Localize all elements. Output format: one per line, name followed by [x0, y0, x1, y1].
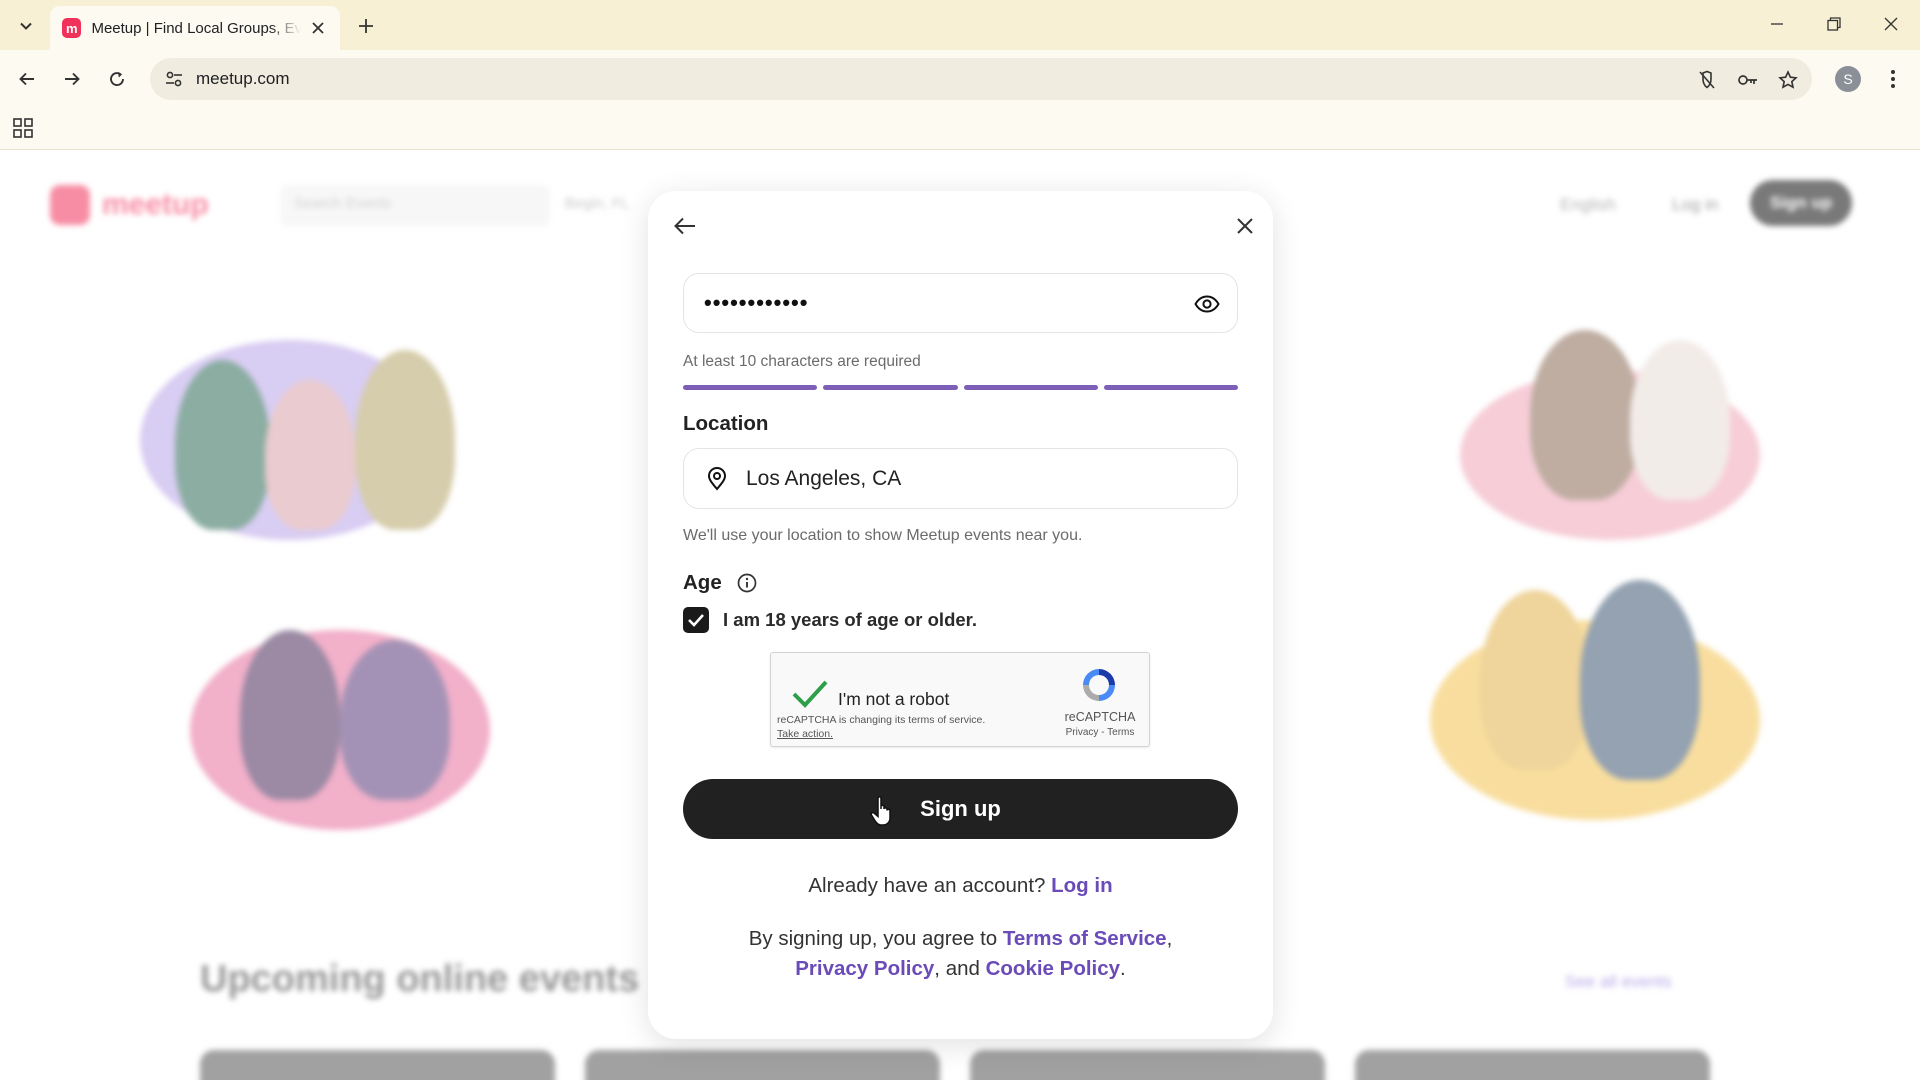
hand-cursor-icon: [870, 796, 891, 826]
reload-icon: [110, 72, 124, 86]
location-value: Los Angeles, CA: [746, 466, 902, 490]
strength-segment: [1103, 385, 1238, 390]
arrow-left-icon: [674, 217, 695, 235]
password-value: ••••••••••••: [704, 290, 809, 315]
meetup-favicon-icon: m: [62, 18, 82, 38]
star-icon: [1778, 70, 1798, 89]
recaptcha-brand: reCAPTCHA: [1064, 710, 1136, 724]
login-prompt-text: Already have an account?: [808, 874, 1046, 897]
age-label: Age: [683, 571, 722, 594]
back-button[interactable]: [11, 63, 43, 95]
signup-modal: •••••••••••• At least 10 characters are …: [648, 191, 1273, 1039]
profile-avatar[interactable]: S: [1835, 66, 1861, 92]
close-icon: [1237, 218, 1253, 234]
reload-button[interactable]: [101, 63, 133, 95]
terms-end: .: [1120, 957, 1126, 980]
toggle-password-visibility-button[interactable]: [1193, 290, 1221, 318]
location-label: Location: [683, 412, 769, 435]
recaptcha-take-action-link[interactable]: Take action.: [777, 728, 833, 740]
age-checkbox-label[interactable]: I am 18 years of age or older.: [723, 609, 977, 631]
site-settings-icon[interactable]: [164, 69, 184, 89]
eye-icon: [1194, 295, 1220, 313]
tab-title: Meetup | Find Local Groups, Events, and …: [91, 19, 301, 37]
chevron-down-icon: [20, 22, 32, 30]
terms-separator: , and: [934, 957, 980, 980]
strength-segment: [683, 385, 818, 390]
strength-segment: [823, 385, 958, 390]
forward-button[interactable]: [56, 63, 88, 95]
map-pin-icon: [704, 466, 730, 492]
modal-close-button[interactable]: [1228, 209, 1262, 243]
info-icon[interactable]: [736, 572, 758, 594]
browser-menu-button[interactable]: [1878, 64, 1908, 94]
url-text: meetup.com: [196, 69, 290, 88]
strength-segment: [963, 385, 1098, 390]
location-hint: We'll use your location to show Meetup e…: [683, 527, 1083, 544]
recaptcha-privacy-terms-links[interactable]: Privacy - Terms: [1055, 727, 1145, 738]
checkmark-icon: [688, 614, 704, 627]
recaptcha-logo-icon: [1083, 669, 1115, 701]
tab-search-button[interactable]: [12, 12, 40, 40]
arrow-left-icon: [19, 72, 34, 86]
new-tab-button[interactable]: [352, 12, 380, 40]
terms-separator: ,: [1166, 927, 1173, 950]
plus-icon: [359, 19, 373, 33]
restore-icon: [1827, 17, 1841, 31]
recaptcha-note: reCAPTCHA is changing its terms of servi…: [777, 714, 986, 726]
tracking-protection-button[interactable]: [1695, 68, 1719, 92]
bookmark-button[interactable]: [1776, 68, 1800, 92]
login-prompt: Already have an account? Log in: [648, 874, 1273, 898]
tab-strip: m Meetup | Find Local Groups, Events, an…: [0, 0, 1920, 50]
more-vertical-icon: [1891, 70, 1895, 88]
password-field[interactable]: ••••••••••••: [683, 273, 1238, 333]
terms-notice: By signing up, you agree to Terms of Ser…: [748, 924, 1173, 984]
restore-button[interactable]: [1814, 8, 1854, 40]
close-icon: [312, 22, 324, 34]
login-link[interactable]: Log in: [1051, 874, 1112, 897]
terms-of-service-link[interactable]: Terms of Service: [1003, 927, 1167, 950]
minimize-button[interactable]: [1757, 8, 1797, 40]
location-field[interactable]: Los Angeles, CA: [683, 448, 1238, 509]
modal-back-button[interactable]: [668, 209, 702, 243]
bookmarks-bar: [0, 108, 1920, 150]
recaptcha-widget[interactable]: I'm not a robot reCAPTCHA is changing it…: [770, 652, 1150, 747]
eye-off-icon: [1699, 70, 1715, 89]
tab-close-button[interactable]: [309, 18, 328, 38]
cookie-policy-link[interactable]: Cookie Policy: [986, 957, 1120, 980]
close-icon: [1884, 17, 1898, 31]
address-bar[interactable]: meetup.com: [150, 58, 1812, 100]
age-checkbox[interactable]: [683, 607, 709, 633]
arrow-right-icon: [65, 72, 80, 86]
apps-grid-icon[interactable]: [12, 117, 34, 139]
terms-prefix: By signing up, you agree to: [748, 927, 998, 950]
close-window-button[interactable]: [1871, 8, 1911, 40]
minimize-icon: [1771, 23, 1783, 25]
recaptcha-checkmark-icon[interactable]: [791, 679, 829, 709]
browser-tab-meetup[interactable]: m Meetup | Find Local Groups, Events, an…: [50, 6, 340, 50]
signup-button[interactable]: Sign up: [683, 779, 1238, 839]
browser-toolbar: meetup.com S: [0, 50, 1920, 108]
key-icon: [1738, 75, 1757, 85]
password-hint: At least 10 characters are required: [683, 353, 921, 370]
password-strength-meter: [683, 385, 1238, 390]
password-manager-button[interactable]: [1736, 68, 1760, 92]
privacy-policy-link[interactable]: Privacy Policy: [795, 957, 934, 980]
recaptcha-label: I'm not a robot: [838, 689, 950, 709]
